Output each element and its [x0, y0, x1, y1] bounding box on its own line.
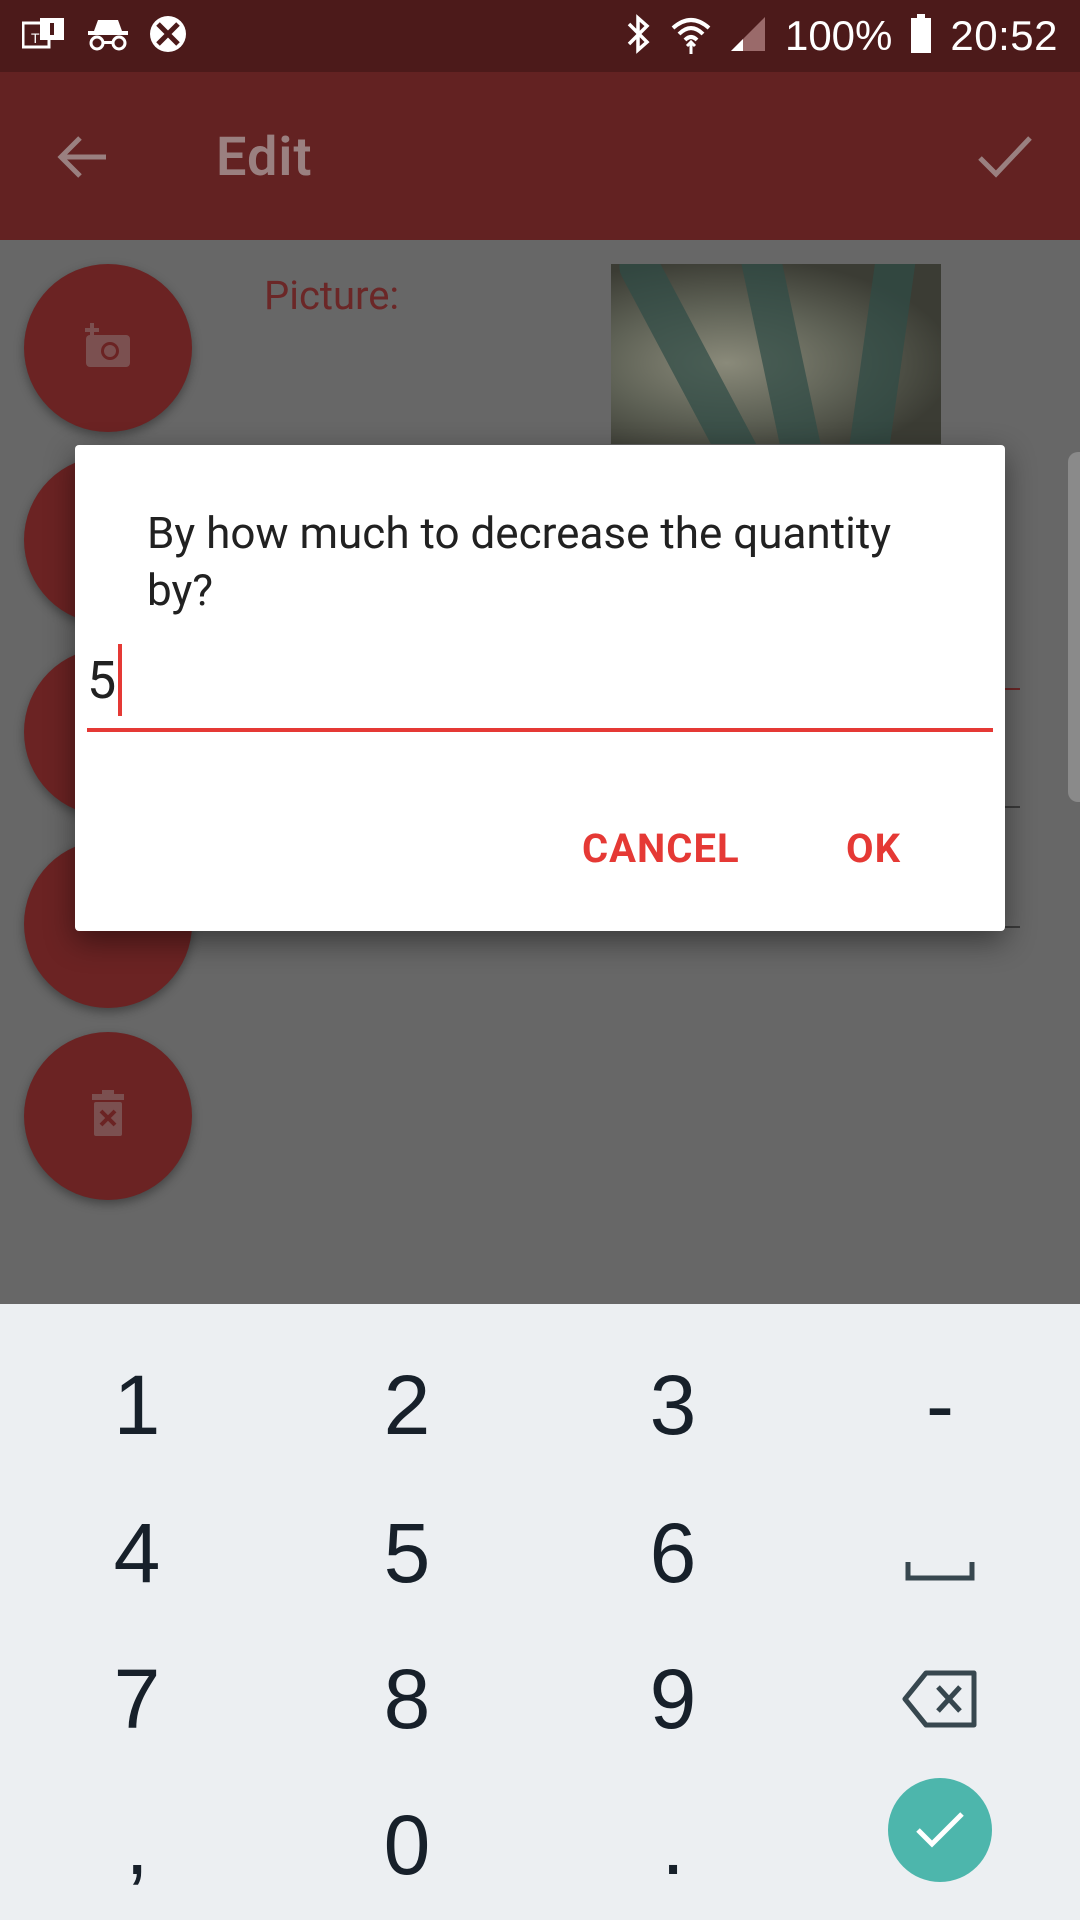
text-caret	[118, 644, 123, 716]
key-comma[interactable]: ,	[2, 1770, 272, 1920]
add-photo-button[interactable]	[24, 264, 192, 432]
check-icon	[914, 1808, 966, 1852]
key-7[interactable]: 7	[2, 1624, 272, 1774]
item-picture[interactable]	[611, 264, 941, 444]
svg-text:T: T	[31, 30, 40, 46]
key-1[interactable]: 1	[2, 1330, 272, 1480]
quantity-input-value: 5	[87, 649, 117, 711]
enter-key[interactable]	[888, 1778, 992, 1882]
arrow-back-icon[interactable]	[56, 130, 110, 184]
key-0[interactable]: 0	[272, 1770, 542, 1920]
key-4[interactable]: 4	[2, 1478, 272, 1628]
app-bar: Edit	[0, 72, 1080, 240]
decrease-quantity-dialog: By how much to decrease the quantity by?…	[75, 445, 1005, 931]
picture-label: Picture:	[264, 272, 400, 319]
key-2[interactable]: 2	[272, 1330, 542, 1480]
backspace-icon	[902, 1651, 978, 1748]
battery-icon	[910, 14, 932, 58]
key-3[interactable]: 3	[538, 1330, 808, 1480]
status-right-icons: 100% 20:52	[623, 12, 1058, 60]
blocked-app-icon	[148, 14, 188, 58]
battery-percent: 100%	[784, 12, 893, 59]
incognito-icon	[86, 17, 130, 55]
ok-button[interactable]: OK	[846, 825, 901, 872]
key-5[interactable]: 5	[272, 1478, 542, 1628]
teams-icon: T	[21, 17, 68, 55]
space-key[interactable]	[805, 1478, 1075, 1628]
input-underline	[87, 728, 993, 732]
scroll-handle[interactable]	[1068, 452, 1080, 802]
key-6[interactable]: 6	[538, 1478, 808, 1628]
key-8[interactable]: 8	[272, 1624, 542, 1774]
key-minus[interactable]: -	[805, 1330, 1075, 1480]
delete-icon	[88, 1090, 128, 1142]
quantity-input[interactable]: 5	[87, 644, 993, 716]
key-9[interactable]: 9	[538, 1624, 808, 1774]
status-bar: T 100% 20:52	[0, 0, 1080, 72]
dialog-message: By how much to decrease the quantity by?	[147, 507, 892, 616]
page-title: Edit	[216, 126, 313, 189]
numeric-keyboard: 1 2 3 - 4 5 6 7 8 9 , 0 .	[0, 1304, 1080, 1920]
key-period[interactable]: .	[538, 1770, 808, 1920]
cancel-button[interactable]: CANCEL	[582, 825, 740, 872]
check-icon[interactable]	[976, 128, 1034, 186]
status-left-icons: T	[21, 14, 188, 58]
signal-icon	[729, 15, 767, 57]
wifi-icon	[671, 14, 711, 58]
add-photo-icon	[82, 323, 134, 373]
space-bar-icon	[905, 1505, 975, 1602]
backspace-key[interactable]	[805, 1624, 1075, 1774]
clock: 20:52	[950, 12, 1058, 59]
bluetooth-icon	[623, 14, 653, 58]
delete-button[interactable]	[24, 1032, 192, 1200]
